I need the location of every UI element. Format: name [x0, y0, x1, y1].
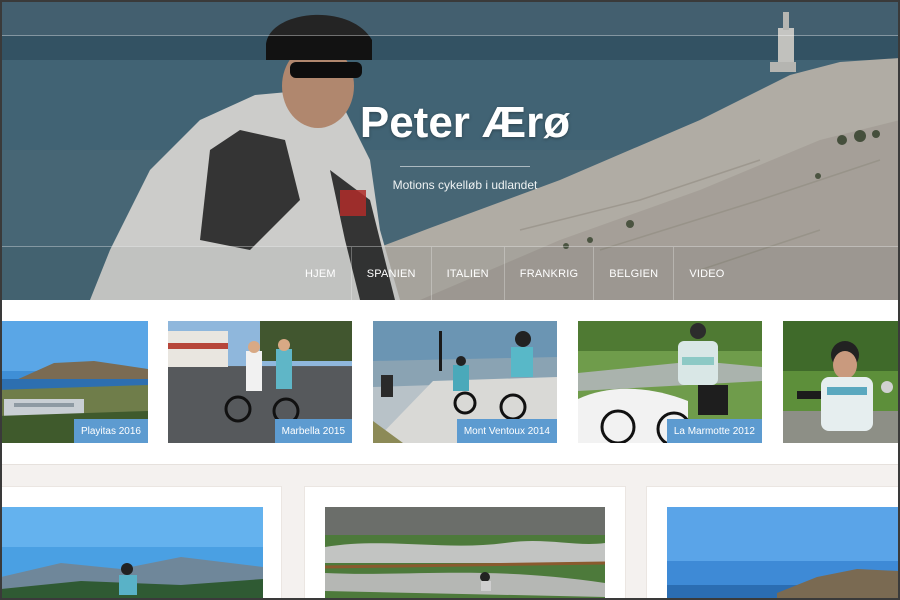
main-navigation: HJEM SPANIEN ITALIEN FRANKRIG BELGIEN VI… [0, 246, 900, 300]
post-thumbnail [1, 507, 263, 600]
nav-menu: HJEM SPANIEN ITALIEN FRANKRIG BELGIEN VI… [290, 247, 740, 300]
carousel-slide-playitas[interactable]: Playitas 2016 [0, 321, 148, 443]
carousel-slide-mont-ventoux[interactable]: Mont Ventoux 2014 [373, 321, 557, 443]
nav-item-spanien[interactable]: SPANIEN [350, 247, 431, 300]
post-card[interactable] [0, 486, 282, 600]
slide-caption: Mont Ventoux 2014 [456, 419, 557, 443]
post-card[interactable] [646, 486, 900, 600]
post-card[interactable] [304, 486, 626, 600]
top-bar [0, 0, 900, 36]
nav-item-hjem[interactable]: HJEM [290, 247, 351, 300]
nav-item-frankrig[interactable]: FRANKRIG [503, 247, 593, 300]
site-tagline: Motions cykelløb i udlandet [392, 178, 538, 192]
slide-caption: La Marmotte 2012 [666, 419, 762, 443]
hero-header: Peter Ærø Motions cykelløb i udlandet HJ… [0, 0, 900, 300]
slide-caption: Playitas 2016 [73, 419, 148, 443]
carousel-slide-partial[interactable]: Le [783, 321, 900, 443]
post-thumbnail [325, 507, 605, 600]
post-thumbnail [667, 507, 899, 600]
nav-item-belgien[interactable]: BELGIEN [593, 247, 673, 300]
nav-item-italien[interactable]: ITALIEN [430, 247, 504, 300]
carousel-slide-marbella[interactable]: Marbella 2015 [168, 321, 352, 443]
featured-carousel: Playitas 2016 Marbella 2015 Mont Ventoux… [0, 300, 900, 465]
title-divider [400, 166, 530, 167]
carousel-slide-la-marmotte[interactable]: La Marmotte 2012 [578, 321, 762, 443]
nav-item-video[interactable]: VIDEO [673, 247, 739, 300]
posts-grid [0, 466, 900, 600]
site-title[interactable]: Peter Ærø [0, 98, 900, 148]
slide-photo-partial [783, 321, 900, 443]
slide-caption: Marbella 2015 [274, 419, 352, 443]
